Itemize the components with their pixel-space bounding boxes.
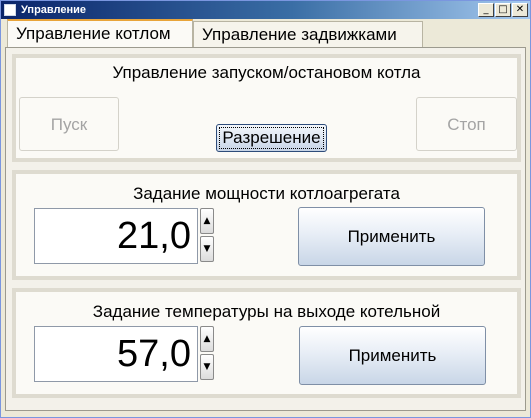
tab-boiler-control[interactable]: Управление котлом	[7, 19, 193, 47]
power-value: 21,0	[117, 215, 191, 257]
power-title: Задание мощности котлоагрегата	[133, 184, 400, 203]
temperature-title: Задание температуры на выходе котельной	[92, 302, 441, 321]
app-icon	[4, 4, 16, 16]
start-stop-title: Управление запуском/остановом котла	[112, 63, 421, 82]
minimize-button[interactable]: _	[478, 3, 494, 17]
stop-button[interactable]: Стоп	[416, 97, 517, 151]
chevron-down-icon: ▼	[203, 244, 211, 254]
power-input[interactable]: 21,0	[34, 208, 198, 264]
temperature-apply-button[interactable]: Применить	[299, 326, 486, 385]
window-title: Управление	[21, 4, 87, 16]
tab-valve-control[interactable]: Управление задвижками	[193, 21, 423, 47]
power-apply-button[interactable]: Применить	[298, 207, 485, 266]
temperature-group: Задание температуры на выходе котельной …	[12, 288, 521, 398]
temperature-increment-button[interactable]: ▲	[200, 326, 214, 352]
chevron-down-icon: ▼	[203, 362, 211, 372]
temperature-decrement-button[interactable]: ▼	[200, 354, 214, 380]
start-stop-group: Управление запуском/остановом котла Пуск…	[12, 54, 521, 162]
close-button[interactable]: ✕	[512, 3, 528, 17]
temperature-input[interactable]: 57,0	[34, 326, 198, 382]
power-group: Задание мощности котлоагрегата 21,0 ▲ ▼ …	[12, 170, 521, 280]
temperature-value: 57,0	[117, 333, 191, 375]
permit-button[interactable]: Разрешение	[216, 124, 327, 152]
chevron-up-icon: ▲	[203, 334, 211, 344]
window: Управление _ □ ✕ Управление котлом Управ…	[0, 0, 531, 418]
maximize-button[interactable]: □	[495, 3, 511, 17]
chevron-up-icon: ▲	[203, 216, 211, 226]
tab-panel: Управление запуском/остановом котла Пуск…	[5, 47, 526, 411]
power-decrement-button[interactable]: ▼	[200, 236, 214, 262]
start-button[interactable]: Пуск	[19, 97, 119, 151]
power-increment-button[interactable]: ▲	[200, 208, 214, 234]
title-bar[interactable]: Управление _ □ ✕	[1, 1, 530, 19]
